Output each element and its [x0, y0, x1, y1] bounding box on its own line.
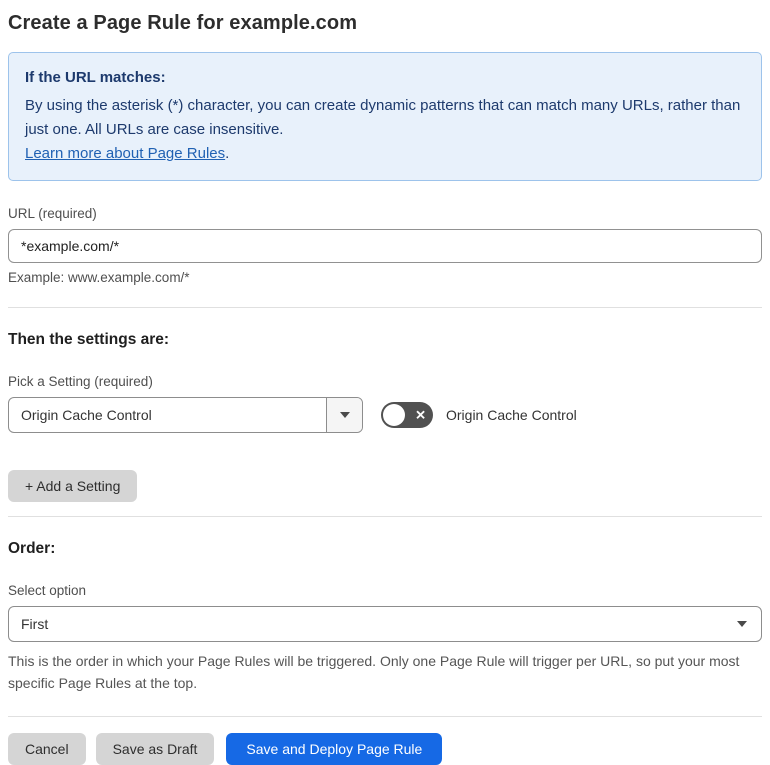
order-help-text: This is the order in which your Page Rul…: [8, 653, 740, 691]
setting-row: Origin Cache Control ✕ Origin Cache Cont…: [8, 397, 762, 433]
info-box-heading: If the URL matches:: [25, 69, 166, 86]
url-input[interactable]: [8, 229, 762, 263]
footer-actions: Cancel Save as Draft Save and Deploy Pag…: [8, 733, 762, 765]
divider: [8, 307, 762, 308]
chevron-down-icon: [339, 412, 350, 418]
setting-select-value: Origin Cache Control: [21, 407, 152, 423]
order-section-heading: Order:: [8, 540, 56, 557]
pick-setting-label: Pick a Setting (required): [8, 374, 153, 389]
order-select[interactable]: First: [8, 606, 762, 642]
link-suffix: .: [225, 145, 230, 162]
setting-select[interactable]: Origin Cache Control: [8, 397, 363, 433]
info-box-link-line: Learn more about Page Rules.: [25, 142, 745, 166]
url-match-info-box: If the URL matches: By using the asteris…: [8, 52, 762, 181]
save-draft-button[interactable]: Save as Draft: [95, 733, 215, 765]
add-setting-button[interactable]: + Add a Setting: [8, 470, 138, 502]
toggle-label: Origin Cache Control: [446, 407, 577, 423]
setting-select-caret-button[interactable]: [326, 398, 362, 432]
order-select-label: Select option: [8, 583, 87, 598]
info-box-body: By using the asterisk (*) character, you…: [25, 97, 741, 138]
divider: [8, 716, 762, 717]
origin-cache-control-toggle[interactable]: ✕: [381, 402, 433, 428]
toggle-off-x-icon: ✕: [415, 407, 426, 423]
learn-more-link[interactable]: Learn more about Page Rules: [25, 145, 225, 162]
order-select-value: First: [21, 616, 49, 632]
url-example-text: Example: www.example.com/*: [8, 270, 190, 285]
save-deploy-button[interactable]: Save and Deploy Page Rule: [226, 733, 443, 765]
cancel-button[interactable]: Cancel: [8, 733, 86, 765]
page-title: Create a Page Rule for example.com: [8, 12, 358, 34]
settings-section-heading: Then the settings are:: [8, 331, 170, 348]
url-field-label: URL (required): [8, 206, 97, 221]
toggle-knob: [383, 404, 405, 426]
chevron-down-icon: [737, 621, 747, 627]
divider: [8, 516, 762, 517]
page-rule-form: Create a Page Rule for example.com If th…: [0, 0, 770, 765]
